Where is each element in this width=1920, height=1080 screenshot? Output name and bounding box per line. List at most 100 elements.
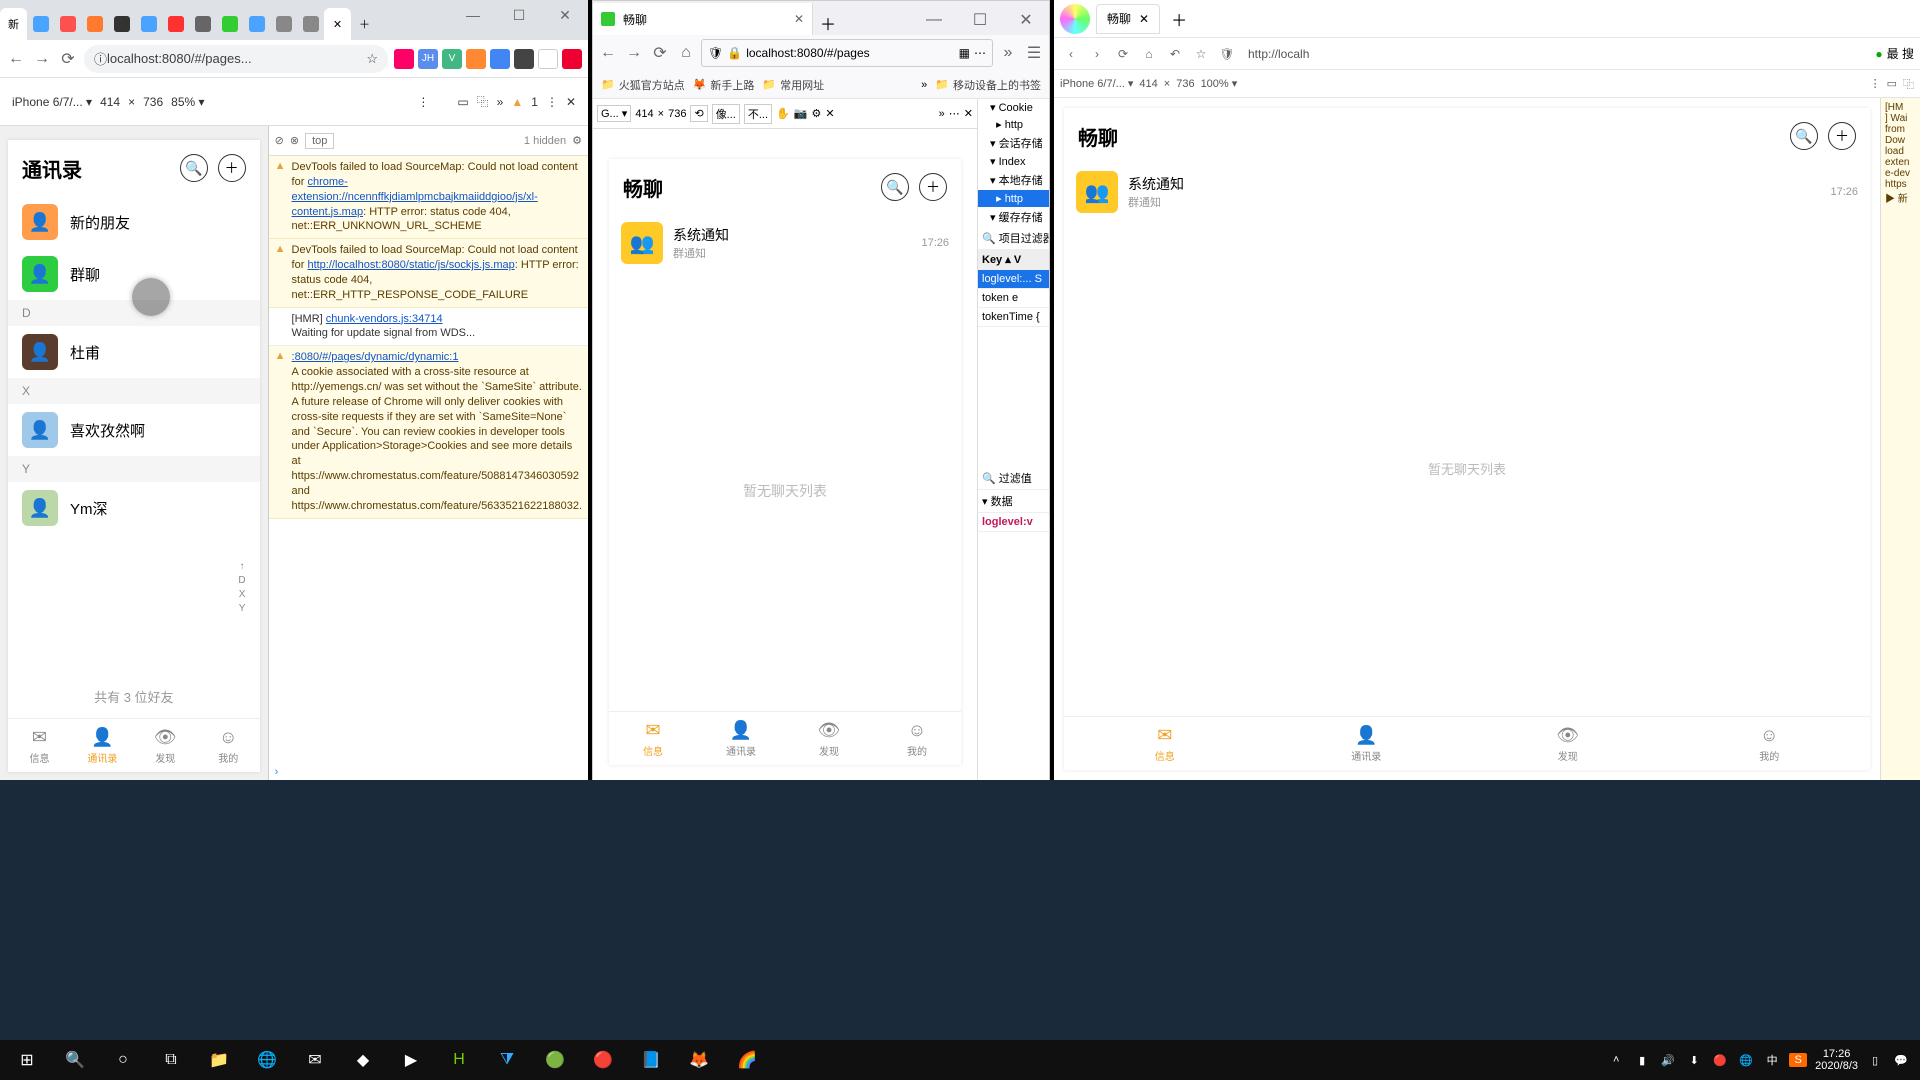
context-select[interactable]: top (305, 133, 334, 149)
ime-indicator[interactable]: 中 (1763, 1052, 1781, 1068)
storage-tree-item[interactable]: ▾ Index (978, 153, 1049, 170)
hbuilder-icon[interactable]: H (436, 1040, 482, 1080)
maximize-button[interactable]: ☐ (957, 5, 1003, 35)
extension-icon[interactable]: JH (418, 49, 438, 69)
kv-header[interactable]: Key ▴ V (978, 250, 1049, 270)
back-button[interactable]: ← (597, 44, 619, 62)
new-tab-button[interactable]: ＋ (351, 8, 378, 40)
extension-icon[interactable] (466, 49, 486, 69)
overflow-icon[interactable]: » (997, 44, 1019, 62)
contact-row[interactable]: 👤喜欢孜然啊 (8, 404, 260, 456)
extension-icon[interactable] (538, 49, 558, 69)
browser-logo-icon[interactable] (1060, 4, 1090, 34)
settings-icon[interactable]: ⚙ (811, 107, 821, 120)
tab-信息[interactable]: ✉信息 (8, 719, 71, 772)
tray-icon[interactable]: ⬇ (1685, 1054, 1703, 1067)
storage-tree[interactable]: ▾ Cookie ▸ http▾ 会话存储▾ Index▾ 本地存储 ▸ htt… (978, 99, 1049, 227)
tab-发现[interactable]: 👁发现 (1467, 717, 1669, 770)
cortana-button[interactable]: ○ (100, 1040, 146, 1080)
filter-values[interactable]: 🔍 过滤值 (978, 467, 1049, 490)
chrome-tab[interactable] (81, 8, 108, 40)
forward-button[interactable]: › (1086, 47, 1108, 61)
kv-row[interactable]: tokenTime { (978, 308, 1049, 327)
chrome-icon[interactable]: 🌐 (244, 1040, 290, 1080)
minimize-button[interactable]: — (450, 0, 496, 30)
forward-button[interactable]: → (32, 50, 52, 68)
browser3-tab[interactable]: 畅聊 ✕ (1096, 4, 1160, 34)
reload-button[interactable]: ⟳ (58, 49, 78, 69)
close-tab-icon[interactable]: ✕ (1139, 12, 1149, 26)
device-select[interactable]: iPhone 6/7/... ▾ (8, 95, 96, 109)
address-bar[interactable]: 🛡 🔒 localhost:8080/#/pages ▦ ⋯ (701, 39, 993, 67)
more-icon[interactable]: ⋮ (413, 95, 433, 109)
touch-icon[interactable]: ✋ (776, 107, 790, 120)
console-message[interactable]: ▲:8080/#/pages/dynamic/dynamic:1A cookie… (269, 346, 588, 518)
clear-console-icon[interactable]: ⊘ (275, 134, 284, 147)
zoom-select[interactable]: 100% ▾ (1201, 77, 1238, 90)
extension-icon[interactable] (490, 49, 510, 69)
app-icon[interactable]: 📘 (628, 1040, 674, 1080)
close-tab-icon[interactable]: ✕ (794, 12, 804, 26)
device-width[interactable]: 414 (96, 95, 124, 109)
console-prompt[interactable]: › (269, 764, 588, 780)
app-icon[interactable]: 🟢 (532, 1040, 578, 1080)
reload-button[interactable]: ⟳ (649, 43, 671, 63)
devtools-console-sliver[interactable]: [HM] WaifromDowloadextene-devhttps▶ 新 (1880, 98, 1920, 780)
new-tab-button[interactable]: ＋ (813, 11, 843, 35)
tab-我的[interactable]: ☺我的 (197, 719, 260, 772)
more-icon[interactable]: ⋯ (949, 107, 960, 120)
bookmark-item[interactable]: 🦊 新手上路 (693, 77, 755, 93)
maximize-button[interactable]: ☐ (496, 0, 542, 30)
close-devtools-icon[interactable]: ✕ (562, 95, 580, 109)
zoom-select[interactable]: 85% ▾ (167, 95, 208, 109)
search-icon[interactable]: 🔍 (180, 154, 208, 182)
storage-tree-item[interactable]: ▸ http (978, 116, 1049, 133)
chat-row[interactable]: 👥 系统通知 群通知 17:26 (609, 215, 961, 271)
qr-icon[interactable]: ▦ (959, 46, 970, 60)
search-icon[interactable]: 🔍 (881, 173, 909, 201)
kv-row[interactable]: token e (978, 289, 1049, 308)
shield-icon[interactable]: 🛡 (708, 46, 723, 60)
chrome-tab[interactable] (108, 8, 135, 40)
search-hint[interactable]: 最 搜 (1887, 45, 1914, 62)
close-devtools-icon[interactable]: ✕ (964, 107, 973, 120)
taskview-button[interactable]: ⧉ (148, 1040, 194, 1080)
extension-icon[interactable] (514, 49, 534, 69)
tab-我的[interactable]: ☺我的 (1669, 717, 1871, 770)
search-button[interactable]: 🔍 (52, 1040, 98, 1080)
home-button[interactable]: ⌂ (1138, 47, 1160, 61)
add-icon[interactable]: ＋ (919, 173, 947, 201)
shield-icon[interactable]: 🛡 (1216, 47, 1238, 61)
contact-list[interactable]: 👤新的朋友👤群聊D👤杜甫X👤喜欢孜然啊Y👤Ym深 (8, 196, 260, 675)
storage-tree-item[interactable]: ▾ Cookie (978, 99, 1049, 116)
home-button[interactable]: ⌂ (675, 44, 697, 62)
chrome-tab[interactable] (135, 8, 162, 40)
chrome-tab-active[interactable]: ✕ (324, 8, 351, 40)
chrome-tab[interactable]: 新 (0, 8, 27, 40)
bookmark-item[interactable]: 📁 火狐官方站点 (601, 77, 685, 93)
start-button[interactable]: ⊞ (4, 1040, 50, 1080)
undo-button[interactable]: ↶ (1164, 47, 1186, 61)
chrome-tab[interactable] (270, 8, 297, 40)
chrome-tab[interactable] (54, 8, 81, 40)
add-icon[interactable]: ＋ (218, 154, 246, 182)
chrome-tab[interactable] (27, 8, 54, 40)
device-height[interactable]: 736 (139, 95, 167, 109)
site-info-icon[interactable]: ⓘ (94, 49, 107, 68)
tray-icon[interactable]: ▯ (1866, 1054, 1884, 1067)
bookmark-star-icon[interactable]: ☆ (366, 51, 378, 67)
terminal-icon[interactable]: ▶ (388, 1040, 434, 1080)
chrome-tab[interactable] (297, 8, 324, 40)
contact-row[interactable]: 👤Ym深 (8, 482, 260, 534)
screenshot-icon[interactable]: 📷 (794, 107, 808, 120)
extension-icon[interactable]: V (442, 49, 462, 69)
storage-tree-item[interactable]: ▾ 本地存储 (978, 170, 1049, 190)
contact-row[interactable]: 👤杜甫 (8, 326, 260, 378)
tab-通讯录[interactable]: 👤通讯录 (71, 719, 134, 772)
tab-发现[interactable]: 👁发现 (134, 719, 197, 772)
browser3-icon[interactable]: 🌈 (724, 1040, 770, 1080)
action-center-icon[interactable]: 💬 (1892, 1054, 1910, 1067)
firefox-icon[interactable]: 🦊 (676, 1040, 722, 1080)
chat-row[interactable]: 👥 系统通知 群通知 17:26 (1064, 164, 1870, 220)
console-message[interactable]: ▲[HMR] chunk-vendors.js:34714Waiting for… (269, 308, 588, 347)
